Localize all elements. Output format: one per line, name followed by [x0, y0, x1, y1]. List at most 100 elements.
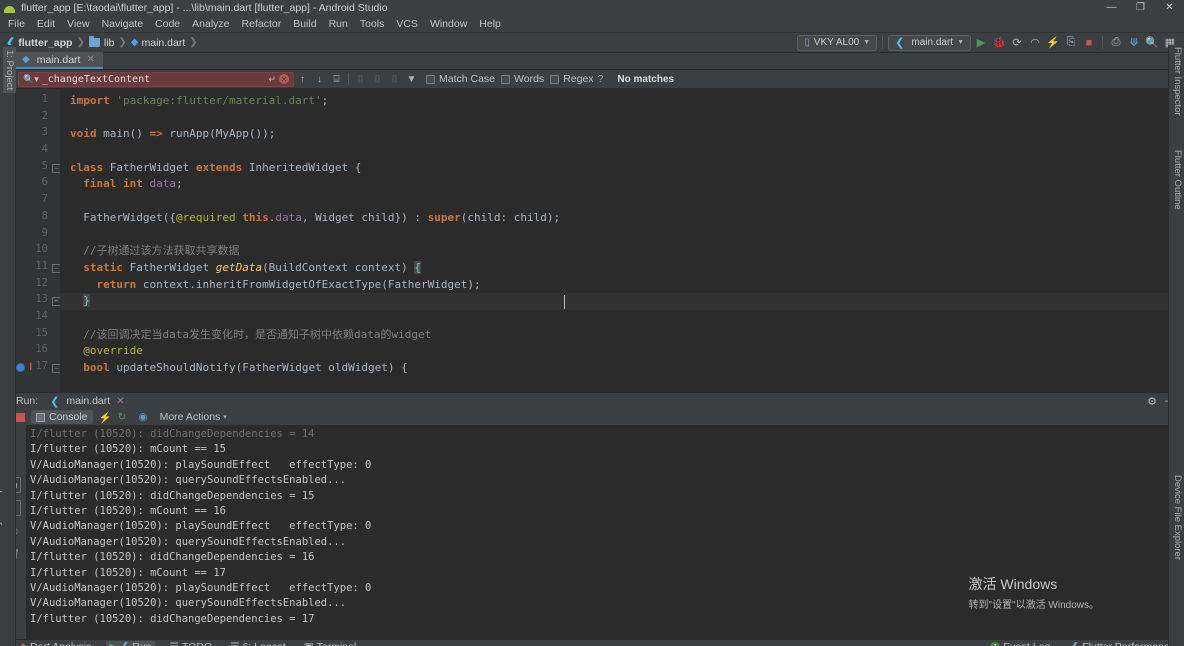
- open-observatory-icon[interactable]: ◉: [138, 411, 147, 423]
- tool-button-todo[interactable]: ☰ TODO: [167, 641, 216, 646]
- regex-help-icon[interactable]: ?: [598, 73, 604, 85]
- tool-button-layout-captures[interactable]: Layout Captures: [0, 467, 3, 537]
- find-input[interactable]: _changeTextContent: [42, 74, 266, 85]
- run-coverage-icon[interactable]: ⟳: [1009, 35, 1025, 51]
- menu-file[interactable]: File: [2, 16, 31, 32]
- open-devices-icon[interactable]: ⎙: [1108, 35, 1124, 51]
- breadcrumb-folder[interactable]: lib: [88, 36, 114, 49]
- code-token: super: [427, 210, 461, 224]
- run-icon[interactable]: ▶: [973, 35, 989, 51]
- tool-button-dart-analysis[interactable]: ◆ Dart Analysis: [16, 641, 94, 646]
- close-icon[interactable]: ✕: [116, 396, 124, 407]
- words-checkbox[interactable]: Words: [501, 73, 544, 85]
- menu-vcs[interactable]: VCS: [390, 16, 424, 32]
- sync-gradle-icon[interactable]: ⟱: [1126, 35, 1142, 51]
- breadcrumb-file[interactable]: ◆ main.dart: [131, 37, 185, 49]
- tool-button-project[interactable]: 1: Project: [3, 47, 16, 94]
- code-line[interactable]: [60, 143, 1172, 160]
- stop-process-icon[interactable]: [16, 412, 25, 422]
- tool-button-build-variants[interactable]: Build Variants: [0, 320, 3, 378]
- code-line[interactable]: final int data;: [60, 176, 1172, 193]
- menu-build[interactable]: Build: [287, 16, 322, 32]
- code-line[interactable]: [60, 110, 1172, 127]
- profile-icon[interactable]: ◠: [1027, 35, 1043, 51]
- event-log-button[interactable]: 1 Event Log: [987, 641, 1053, 646]
- code-line[interactable]: return context.inheritFromWidgetOfExactT…: [60, 277, 1172, 294]
- select-all-occurrences-icon[interactable]: ⌸: [328, 71, 345, 88]
- debug-icon[interactable]: 🐞: [991, 35, 1007, 51]
- code-line[interactable]: class FatherWidget extends InheritedWidg…: [60, 160, 1172, 177]
- find-except-icon[interactable]: ⌷: [386, 71, 403, 88]
- menu-window[interactable]: Window: [424, 16, 473, 32]
- stop-icon[interactable]: ■: [1081, 35, 1097, 51]
- regex-checkbox[interactable]: Regex: [550, 73, 594, 85]
- match-case-checkbox[interactable]: Match Case: [426, 73, 495, 85]
- run-marker-icon[interactable]: ❙: [28, 362, 33, 372]
- code-line[interactable]: }: [60, 293, 1172, 310]
- console-output[interactable]: I/flutter (10520): didChangeDependencies…: [26, 425, 1172, 639]
- breakpoint-icon[interactable]: [16, 363, 25, 372]
- code-line[interactable]: bool updateShouldNotify(FatherWidget old…: [60, 360, 1172, 377]
- code-token: (child: child);: [460, 210, 561, 224]
- event-log-label: Event Log: [1003, 641, 1050, 646]
- hot-restart-icon[interactable]: ⎘: [1063, 35, 1079, 51]
- code-line[interactable]: static FatherWidget getData(BuildContext…: [60, 260, 1172, 277]
- find-next-icon[interactable]: ↓: [311, 71, 328, 88]
- code-line[interactable]: @override: [60, 343, 1172, 360]
- tool-button-flutter-outline[interactable]: Flutter Outline: [1172, 150, 1183, 210]
- maximize-button[interactable]: ❐: [1126, 0, 1155, 16]
- close-icon[interactable]: ✕: [86, 54, 94, 65]
- flutter-performance-button[interactable]: ❮ Flutter Performance: [1067, 641, 1178, 646]
- code-line[interactable]: [60, 310, 1172, 327]
- gear-icon[interactable]: ⚙: [1147, 395, 1157, 408]
- clear-search-icon[interactable]: ✕: [279, 74, 289, 84]
- find-divider: [348, 73, 349, 85]
- more-actions-button[interactable]: More Actions ▾: [160, 411, 227, 423]
- close-button[interactable]: ✕: [1155, 0, 1184, 16]
- hot-restart-icon[interactable]: ↻: [118, 411, 127, 423]
- console-tab[interactable]: Console: [31, 410, 93, 424]
- code-line[interactable]: [60, 193, 1172, 210]
- menu-refactor[interactable]: Refactor: [236, 16, 288, 32]
- menu-analyze[interactable]: Analyze: [186, 16, 235, 32]
- editor-code-area[interactable]: import 'package:flutter/material.dart'; …: [60, 89, 1172, 392]
- tool-button-terminal[interactable]: ▣ Terminal: [301, 641, 360, 646]
- menu-edit[interactable]: Edit: [31, 16, 61, 32]
- device-selector[interactable]: ▯ VKY AL00 ▼: [797, 34, 878, 51]
- hot-reload-icon[interactable]: ⚡: [1045, 35, 1061, 51]
- tool-button-run[interactable]: ▶ ❮ Run: [106, 641, 155, 646]
- run-tab-main-dart[interactable]: ❮ main.dart ✕: [46, 395, 128, 408]
- tool-button-device-file-explorer[interactable]: Device File Explorer: [1172, 475, 1183, 560]
- gutter-line-number: 9: [41, 226, 48, 239]
- find-input-wrapper[interactable]: 🔍▾ _changeTextContent ↵ ✕: [18, 71, 294, 87]
- minimize-button[interactable]: —: [1097, 0, 1126, 16]
- code-line[interactable]: [60, 227, 1172, 244]
- tool-button-logcat[interactable]: ☰ 6: Logcat: [227, 641, 289, 646]
- gutter-line-number: 3: [41, 126, 48, 139]
- editor-gutter[interactable]: 1 2 3 4 5–6 7 8 9 10 11–12 13 ⌐ 14 15 16 17– ❙: [14, 89, 61, 392]
- menu-code[interactable]: Code: [149, 16, 186, 32]
- find-previous-icon[interactable]: ↑: [294, 71, 311, 88]
- code-line[interactable]: FatherWidget({@required this.data, Widge…: [60, 210, 1172, 227]
- search-everywhere-icon[interactable]: 🔍: [1144, 35, 1160, 51]
- menu-help[interactable]: Help: [473, 16, 507, 32]
- code-line[interactable]: //该回调决定当data发生变化时，是否通知子树中依赖data的widget: [60, 327, 1172, 344]
- menu-view[interactable]: View: [61, 16, 96, 32]
- code-token: FatherWidget: [129, 260, 216, 274]
- run-configuration-selector[interactable]: ❮ main.dart ▼: [888, 34, 971, 51]
- code-line[interactable]: import 'package:flutter/material.dart';: [60, 93, 1172, 110]
- tool-button-favorites[interactable]: 2: Favorites: [0, 267, 3, 317]
- tool-button-flutter-inspector[interactable]: Flutter Inspector: [1172, 47, 1183, 116]
- hot-reload-icon[interactable]: ⚡: [99, 411, 112, 424]
- filter-icon[interactable]: ▼: [403, 71, 420, 88]
- menu-navigate[interactable]: Navigate: [96, 16, 149, 32]
- editor-tab-main-dart[interactable]: ◆ main.dart ✕: [16, 52, 103, 69]
- breadcrumb-separator: ❯: [76, 37, 85, 48]
- code-line[interactable]: //子树通过该方法获取共享数据: [60, 243, 1172, 260]
- find-in-comments-icon[interactable]: ⌷: [352, 71, 369, 88]
- tool-button-structure[interactable]: 2: Structure: [0, 413, 3, 462]
- menu-run[interactable]: Run: [323, 16, 354, 32]
- find-in-literals-icon[interactable]: ⌷: [369, 71, 386, 88]
- code-line[interactable]: void main() => runApp(MyApp());: [60, 126, 1172, 143]
- menu-tools[interactable]: Tools: [354, 16, 391, 32]
